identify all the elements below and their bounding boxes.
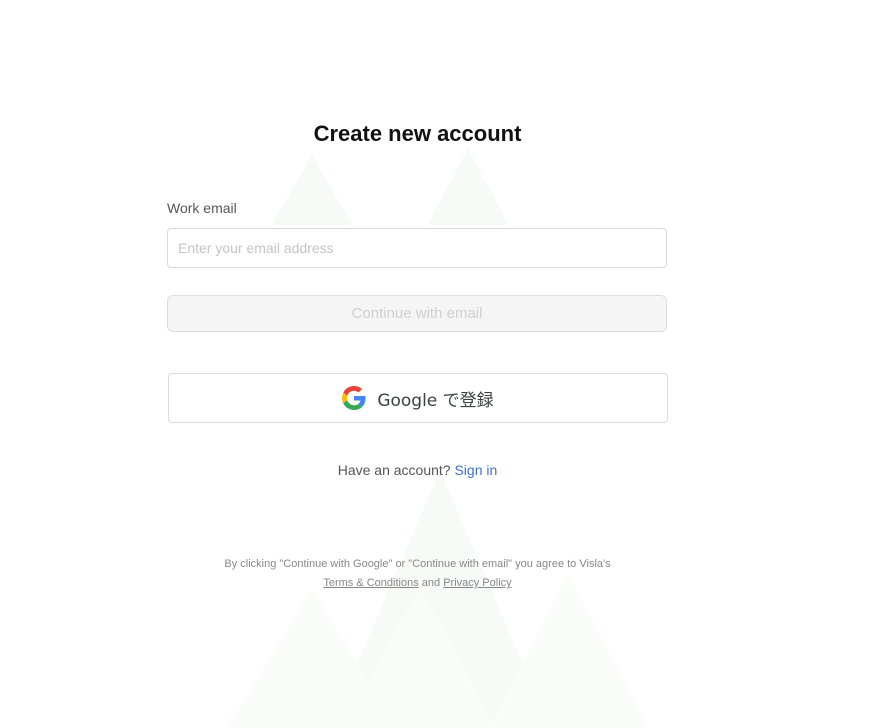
google-signup-button[interactable]: Google で登録 <box>168 373 668 423</box>
privacy-policy-link[interactable]: Privacy Policy <box>443 577 511 589</box>
legal-notice-text: By clicking "Continue with Google" or "C… <box>224 558 611 570</box>
email-input[interactable] <box>167 228 667 268</box>
page-title: Create new account <box>313 121 522 146</box>
work-email-label: Work email <box>167 200 237 216</box>
sign-in-link[interactable]: Sign in <box>454 462 497 478</box>
google-logo-icon <box>342 386 366 410</box>
signin-prompt-row: Have an account? Sign in <box>0 462 835 478</box>
terms-link[interactable]: Terms & Conditions <box>323 577 418 589</box>
legal-notice: By clicking "Continue with Google" or "C… <box>0 555 835 593</box>
signup-page: Create new account Work email Continue w… <box>0 0 880 728</box>
continue-with-email-button[interactable]: Continue with email <box>167 295 667 332</box>
signin-prompt-text: Have an account? <box>337 462 451 478</box>
legal-and-text: and <box>421 577 441 589</box>
legal-links-row: Terms & Conditions and Privacy Policy <box>0 574 835 593</box>
background-mountains-decoration <box>228 148 648 728</box>
google-button-label: Google で登録 <box>377 390 494 411</box>
